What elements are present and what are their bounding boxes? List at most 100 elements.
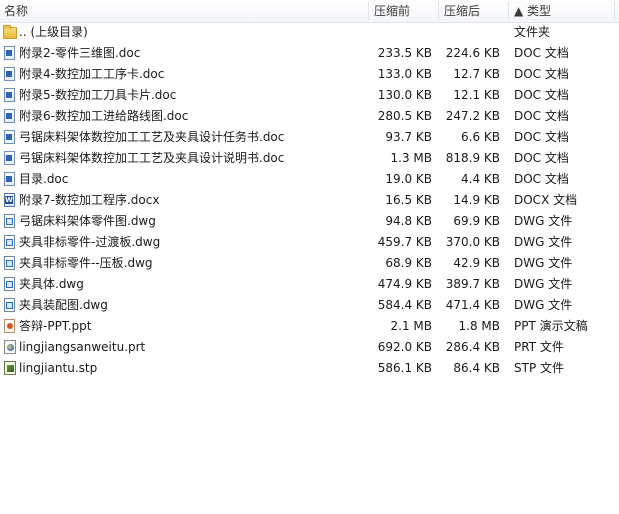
file-type: DOC 文档 bbox=[514, 88, 569, 102]
file-size: 1.3 MB bbox=[390, 151, 432, 165]
file-size: 280.5 KB bbox=[377, 109, 432, 123]
file-packed-size: 1.8 MB bbox=[458, 319, 500, 333]
doc-file-icon bbox=[3, 172, 17, 187]
column-divider[interactable] bbox=[614, 2, 615, 20]
doc-file-icon bbox=[3, 67, 17, 82]
file-packed-size: 86.4 KB bbox=[453, 361, 500, 375]
file-packed-size: 14.9 KB bbox=[453, 193, 500, 207]
file-row[interactable]: 弓锯床料架体零件图.dwg 94.8 KB 69.9 KB DWG 文件 bbox=[0, 211, 619, 232]
dwg-file-icon bbox=[3, 256, 17, 271]
file-name: 附录5-数控加工刀具卡片.doc bbox=[19, 88, 177, 102]
file-size: 133.0 KB bbox=[377, 67, 432, 81]
file-type: DOCX 文档 bbox=[514, 193, 578, 207]
file-type: DWG 文件 bbox=[514, 256, 573, 270]
file-row[interactable]: 夹具非标零件--压板.dwg 68.9 KB 42.9 KB DWG 文件 bbox=[0, 253, 619, 274]
file-type: DOC 文档 bbox=[514, 46, 569, 60]
file-packed-size bbox=[442, 22, 500, 43]
doc-file-icon bbox=[3, 46, 17, 61]
file-packed-size: 4.4 KB bbox=[461, 172, 500, 186]
file-size: 474.9 KB bbox=[377, 277, 432, 291]
doc-file-icon bbox=[3, 130, 17, 145]
stp-file-icon bbox=[3, 361, 17, 376]
file-size: 93.7 KB bbox=[385, 130, 432, 144]
header-size[interactable]: 压缩前 bbox=[372, 0, 438, 22]
file-size: 584.4 KB bbox=[377, 298, 432, 312]
file-name: 弓锯床料架体零件图.dwg bbox=[19, 214, 156, 228]
dwg-file-icon bbox=[3, 277, 17, 292]
file-name: 夹具装配图.dwg bbox=[19, 298, 108, 312]
doc-file-icon bbox=[3, 88, 17, 103]
file-row[interactable]: 目录.doc 19.0 KB 4.4 KB DOC 文档 bbox=[0, 169, 619, 190]
file-row[interactable]: 夹具体.dwg 474.9 KB 389.7 KB DWG 文件 bbox=[0, 274, 619, 295]
file-size: 586.1 KB bbox=[377, 361, 432, 375]
file-packed-size: 6.6 KB bbox=[461, 130, 500, 144]
file-packed-size: 286.4 KB bbox=[445, 340, 500, 354]
file-row[interactable]: 附录5-数控加工刀具卡片.doc 130.0 KB 12.1 KB DOC 文档 bbox=[0, 85, 619, 106]
file-packed-size: 818.9 KB bbox=[445, 151, 500, 165]
doc-file-icon bbox=[3, 151, 17, 166]
file-packed-size: 370.0 KB bbox=[445, 235, 500, 249]
file-name: .. (上级目录) bbox=[19, 25, 88, 39]
file-type: DOC 文档 bbox=[514, 130, 569, 144]
ppt-file-icon bbox=[3, 319, 17, 334]
doc-file-icon bbox=[3, 109, 17, 124]
file-row[interactable]: lingjiangsanweitu.prt 692.0 KB 286.4 KB … bbox=[0, 337, 619, 358]
header-name[interactable]: 名称 bbox=[2, 0, 368, 22]
header-type-sorted[interactable]: ▲ 类型 bbox=[512, 0, 619, 22]
column-divider[interactable] bbox=[438, 2, 439, 20]
file-name: 夹具非标零件--压板.dwg bbox=[19, 256, 153, 270]
file-packed-size: 12.7 KB bbox=[453, 67, 500, 81]
dwg-file-icon bbox=[3, 235, 17, 250]
column-header: 名称 压缩前 压缩后 ▲ 类型 bbox=[0, 0, 619, 23]
prt-file-icon bbox=[3, 340, 17, 355]
file-row[interactable]: 附录6-数控加工进给路线图.doc 280.5 KB 247.2 KB DOC … bbox=[0, 106, 619, 127]
file-size bbox=[372, 22, 432, 43]
column-divider[interactable] bbox=[368, 2, 369, 20]
file-type: DOC 文档 bbox=[514, 151, 569, 165]
file-packed-size: 389.7 KB bbox=[445, 277, 500, 291]
file-name: 夹具非标零件-过渡板.dwg bbox=[19, 235, 161, 249]
file-packed-size: 69.9 KB bbox=[453, 214, 500, 228]
file-packed-size: 12.1 KB bbox=[453, 88, 500, 102]
file-name: 夹具体.dwg bbox=[19, 277, 84, 291]
file-type: DOC 文档 bbox=[514, 67, 569, 81]
file-type: DOC 文档 bbox=[514, 109, 569, 123]
file-row[interactable]: 附录7-数控加工程序.docx 16.5 KB 14.9 KB DOCX 文档 bbox=[0, 190, 619, 211]
header-packed[interactable]: 压缩后 bbox=[442, 0, 508, 22]
file-name: 目录.doc bbox=[19, 172, 69, 186]
file-name: lingjiangsanweitu.prt bbox=[19, 340, 146, 354]
file-packed-size: 42.9 KB bbox=[453, 256, 500, 270]
file-type: STP 文件 bbox=[514, 361, 564, 375]
column-divider[interactable] bbox=[508, 2, 509, 20]
file-type: DWG 文件 bbox=[514, 235, 573, 249]
dwg-file-icon bbox=[3, 298, 17, 313]
file-row[interactable]: 附录2-零件三维图.doc 233.5 KB 224.6 KB DOC 文档 bbox=[0, 43, 619, 64]
file-size: 2.1 MB bbox=[390, 319, 432, 333]
file-type: PPT 演示文稿 bbox=[514, 319, 588, 333]
file-list: .. (上级目录) 文件夹 附录2-零件三维图.doc 233.5 KB 224… bbox=[0, 22, 619, 379]
file-name: 弓锯床料架体数控加工工艺及夹具设计说明书.doc bbox=[19, 151, 285, 165]
file-row[interactable]: 夹具装配图.dwg 584.4 KB 471.4 KB DWG 文件 bbox=[0, 295, 619, 316]
file-row[interactable]: .. (上级目录) 文件夹 bbox=[0, 22, 619, 43]
dwg-file-icon bbox=[3, 214, 17, 229]
file-size: 692.0 KB bbox=[377, 340, 432, 354]
file-size: 94.8 KB bbox=[385, 214, 432, 228]
file-name: 弓锯床料架体数控加工工艺及夹具设计任务书.doc bbox=[19, 130, 285, 144]
file-row[interactable]: 弓锯床料架体数控加工工艺及夹具设计任务书.doc 93.7 KB 6.6 KB … bbox=[0, 127, 619, 148]
file-row[interactable]: lingjiantu.stp 586.1 KB 86.4 KB STP 文件 bbox=[0, 358, 619, 379]
file-size: 130.0 KB bbox=[377, 88, 432, 102]
folder-up-icon bbox=[3, 25, 17, 40]
file-row[interactable]: 答辩-PPT.ppt 2.1 MB 1.8 MB PPT 演示文稿 bbox=[0, 316, 619, 337]
file-row[interactable]: 弓锯床料架体数控加工工艺及夹具设计说明书.doc 1.3 MB 818.9 KB… bbox=[0, 148, 619, 169]
file-type: 文件夹 bbox=[514, 25, 551, 39]
file-name: 附录2-零件三维图.doc bbox=[19, 46, 141, 60]
file-name: 附录7-数控加工程序.docx bbox=[19, 193, 160, 207]
file-name: 答辩-PPT.ppt bbox=[19, 319, 92, 333]
file-size: 68.9 KB bbox=[385, 256, 432, 270]
file-name: 附录4-数控加工工序卡.doc bbox=[19, 67, 165, 81]
file-row[interactable]: 夹具非标零件-过渡板.dwg 459.7 KB 370.0 KB DWG 文件 bbox=[0, 232, 619, 253]
file-size: 233.5 KB bbox=[377, 46, 432, 60]
file-packed-size: 224.6 KB bbox=[445, 46, 500, 60]
file-row[interactable]: 附录4-数控加工工序卡.doc 133.0 KB 12.7 KB DOC 文档 bbox=[0, 64, 619, 85]
file-type: DOC 文档 bbox=[514, 172, 569, 186]
